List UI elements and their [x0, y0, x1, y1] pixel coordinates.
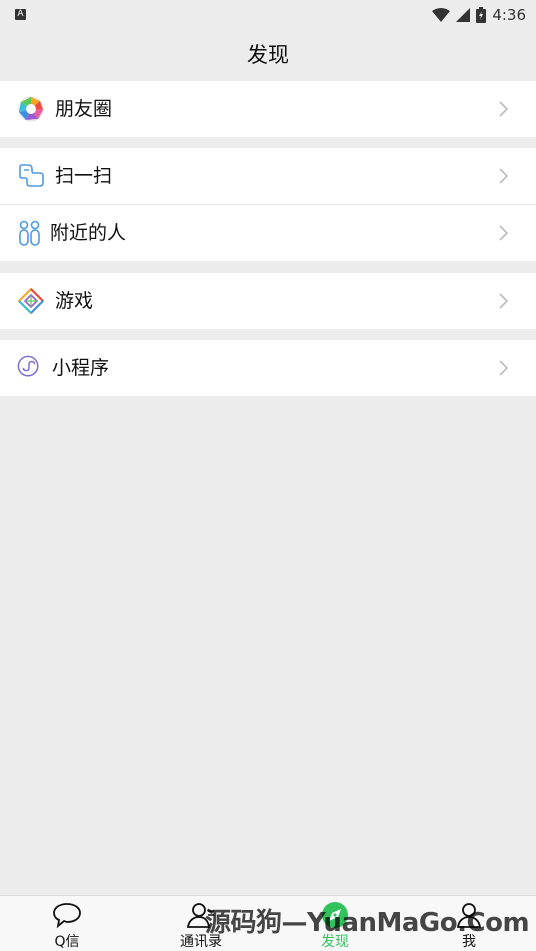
- people-nearby-icon: [19, 220, 40, 246]
- games-icon: [18, 288, 44, 314]
- menu-item-label: 小程序: [52, 357, 110, 379]
- battery-icon: [476, 7, 487, 23]
- menu-item-moments[interactable]: 朋友圈: [0, 81, 536, 137]
- menu-item-label: 游戏: [55, 290, 94, 312]
- clock: 4:36: [492, 6, 526, 24]
- moments-icon: [18, 96, 44, 122]
- chevron-right-icon: [499, 168, 509, 184]
- chat-bubble-icon: [53, 903, 81, 929]
- menu-group-mini-programs: 小程序: [0, 340, 536, 396]
- status-bar: A 4:36: [0, 0, 536, 30]
- menu-group-games: 游戏: [0, 273, 536, 329]
- menu-item-scan[interactable]: 扫一扫: [0, 148, 536, 204]
- chevron-right-icon: [499, 225, 509, 241]
- menu-item-label: 扫一扫: [55, 165, 113, 187]
- chevron-right-icon: [499, 101, 509, 117]
- signal-icon: [456, 8, 471, 22]
- menu-item-games[interactable]: 游戏: [0, 273, 536, 329]
- menu-group-moments: 朋友圈: [0, 81, 536, 137]
- tab-q-messages[interactable]: Q信: [0, 896, 134, 951]
- tab-label: Q信: [54, 934, 80, 950]
- mini-program-icon: [17, 355, 39, 377]
- chevron-right-icon: [499, 360, 509, 376]
- watermark-text: 源码狗—YuanMaGo.Com: [205, 908, 530, 938]
- status-indicators: 4:36: [432, 4, 526, 26]
- menu-item-nearby[interactable]: 附近的人: [0, 204, 536, 261]
- notification-badge: A: [15, 9, 26, 20]
- chevron-right-icon: [499, 293, 509, 309]
- scan-icon: [19, 164, 44, 187]
- menu-item-label: 附近的人: [50, 222, 127, 244]
- menu-item-label: 朋友圈: [55, 98, 113, 120]
- menu-item-mini-programs[interactable]: 小程序: [0, 340, 536, 396]
- menu-group-scan: 扫一扫 附近的人: [0, 148, 536, 261]
- page-title: 发现: [247, 43, 289, 67]
- wifi-icon: [432, 8, 451, 22]
